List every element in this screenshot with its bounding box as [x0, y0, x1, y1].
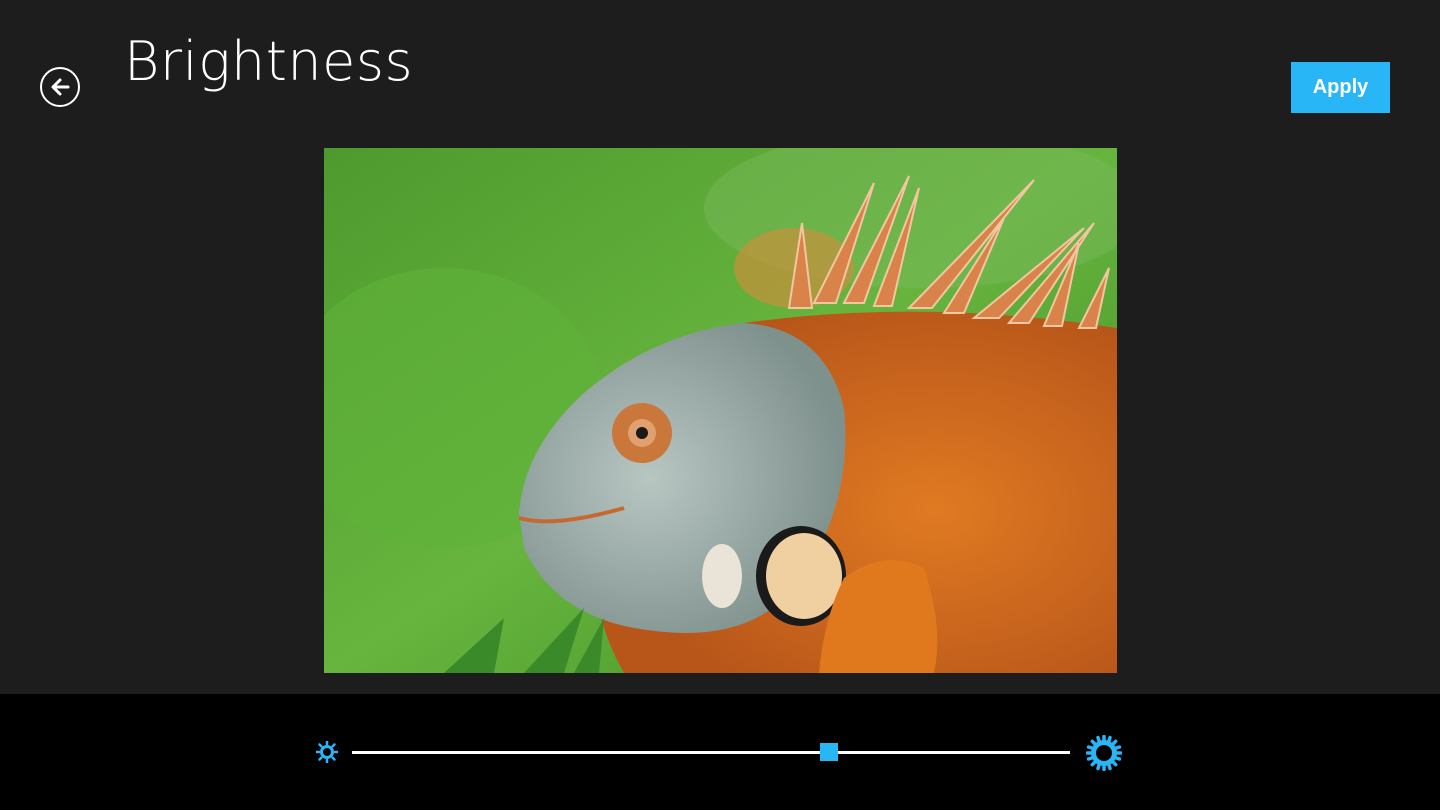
bottom-toolbar	[0, 694, 1440, 810]
apply-button[interactable]: Apply	[1291, 62, 1390, 113]
slider-thumb[interactable]	[820, 743, 839, 761]
sun-small-icon[interactable]	[316, 741, 338, 763]
sun-large-icon[interactable]	[1086, 735, 1122, 771]
editor-area: Brightness Apply	[0, 0, 1440, 694]
brightness-slider[interactable]	[352, 743, 1070, 761]
preview-image	[324, 148, 1117, 673]
back-arrow-icon	[51, 78, 70, 96]
back-button[interactable]	[40, 67, 80, 107]
page-title: Brightness	[124, 30, 414, 93]
